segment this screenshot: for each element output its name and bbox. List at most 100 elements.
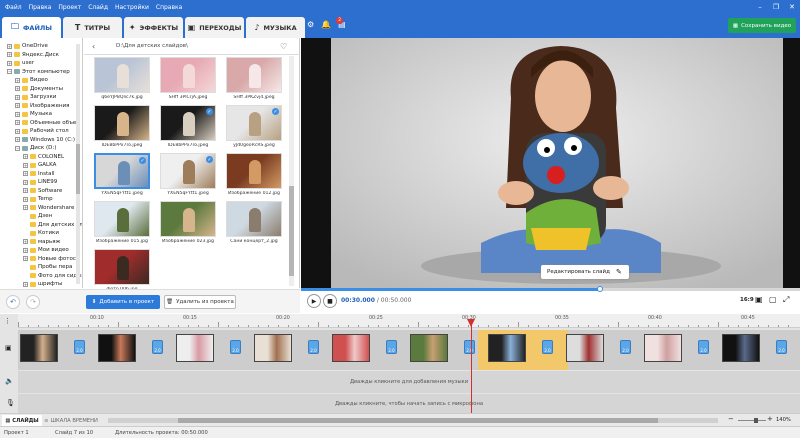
timeline-menu-icon[interactable]: ⋮: [4, 317, 11, 325]
file-thumbnail[interactable]: Сани концерт_2.jpg: [224, 201, 284, 247]
tree-item[interactable]: Котики: [23, 229, 59, 237]
expand-toggle-icon[interactable]: +: [23, 196, 28, 202]
close-button[interactable]: ✕: [784, 0, 800, 14]
menu-item[interactable]: Настройки: [115, 4, 149, 11]
transition-marker[interactable]: 2.0: [308, 340, 319, 354]
browser-scrollbar[interactable]: [289, 56, 294, 286]
expand-toggle-icon[interactable]: +: [23, 281, 28, 287]
tree-item[interactable]: − Диск (D:): [15, 144, 56, 152]
expand-toggle-icon[interactable]: +: [15, 128, 20, 134]
tree-item[interactable]: + Загрузки: [15, 93, 56, 101]
tree-item[interactable]: + Wondershare: [23, 204, 74, 212]
tab-slides[interactable]: ▦ СЛАЙДЫ: [2, 415, 42, 426]
slide-clip[interactable]: [644, 334, 682, 362]
slide-clip[interactable]: [254, 334, 292, 362]
expand-toggle-icon[interactable]: +: [23, 205, 28, 210]
slide-clip[interactable]: [722, 334, 760, 362]
slide-clip[interactable]: [98, 334, 136, 362]
tab-files[interactable]: 🗀 ФАЙЛЫ: [2, 17, 61, 38]
playhead[interactable]: [471, 320, 472, 414]
tree-item[interactable]: + Музыка: [15, 110, 52, 118]
expand-toggle-icon[interactable]: +: [15, 77, 20, 83]
tree-item[interactable]: + Windows 10 (C:): [15, 136, 75, 144]
expand-toggle-icon[interactable]: −: [15, 145, 20, 151]
tree-scrollbar[interactable]: [76, 44, 80, 284]
tree-item[interactable]: + Рабочий стол: [15, 127, 69, 135]
slide-clip[interactable]: [20, 334, 58, 362]
expand-toggle-icon[interactable]: +: [7, 52, 12, 57]
expand-toggle-icon[interactable]: +: [23, 179, 28, 185]
slide-clip[interactable]: [488, 334, 526, 362]
expand-toggle-icon[interactable]: +: [23, 256, 28, 261]
edit-slide-button[interactable]: Редактировать слайд ✎: [541, 265, 629, 279]
expand-toggle-icon[interactable]: +: [23, 171, 28, 176]
aspect-ratio-selector[interactable]: 16:9: [740, 297, 754, 303]
expand-toggle-icon[interactable]: +: [15, 137, 20, 142]
transition-marker[interactable]: 2.0: [464, 340, 475, 354]
fullscreen-icon[interactable]: ⤢: [783, 295, 789, 305]
stop-button[interactable]: ■: [323, 294, 337, 308]
menu-item[interactable]: Слайд: [88, 4, 108, 11]
tab-effects[interactable]: ✦ ЭФФЕКТЫ: [124, 17, 183, 38]
slide-clip[interactable]: [176, 334, 214, 362]
menu-item[interactable]: Файл: [5, 4, 22, 11]
redo-button[interactable]: ↷: [26, 295, 40, 309]
add-to-project-button[interactable]: ⬇ Добавить в проект: [86, 295, 160, 309]
tree-item[interactable]: Дзен: [23, 212, 52, 220]
tree-item[interactable]: + Новые фотосе: [23, 255, 79, 263]
file-thumbnail[interactable]: q6eYJP8Qlic7k.jpg: [92, 57, 152, 103]
tree-item[interactable]: Для детских сл: [23, 221, 82, 229]
timeline-ruler[interactable]: 00:10 00:15 00:20 00:25 00:30 00:35 00:40 00:45: [18, 314, 800, 328]
minimize-button[interactable]: –: [752, 0, 768, 14]
file-thumbnail[interactable]: ✓ IDE8bPPx7ro.jpeg: [158, 105, 218, 151]
expand-toggle-icon[interactable]: +: [23, 162, 28, 168]
tree-item[interactable]: + LINE99: [23, 178, 57, 186]
window-mode-icon[interactable]: ▢: [769, 295, 777, 304]
transition-marker[interactable]: 2.0: [776, 340, 787, 354]
music-track[interactable]: Дважды кликните для добавления музыки: [18, 371, 800, 393]
tab-transitions[interactable]: ▣ ПЕРЕХОДЫ: [185, 17, 244, 38]
file-thumbnail[interactable]: SHff 3PKZvj4.jpeg: [224, 57, 284, 103]
delete-from-project-button[interactable]: 🗑 Удалить из проекта: [164, 295, 236, 309]
tree-item[interactable]: Фото для сиды: [23, 272, 82, 280]
tree-item[interactable]: + Видео: [15, 76, 48, 84]
file-thumbnail[interactable]: Изображение 015.jpg: [92, 201, 152, 247]
tree-item[interactable]: + Яндекс.Диск: [7, 51, 59, 59]
bell-icon[interactable]: 🔔 2: [321, 17, 344, 29]
file-thumbnail[interactable]: SHff 3PlCrjA.jpeg: [158, 57, 218, 103]
zoom-out-icon[interactable]: −: [728, 415, 734, 423]
transition-marker[interactable]: 2.0: [230, 340, 241, 354]
transition-marker[interactable]: 2.0: [620, 340, 631, 354]
tree-item[interactable]: + Изображения: [15, 102, 69, 110]
maximize-button[interactable]: ❐: [768, 0, 784, 14]
slides-track[interactable]: 2.0 2.0 2.0 2.0 2.0 2.0 2.0 2.0 2.0 2.0: [18, 330, 800, 370]
tree-item[interactable]: + Документы: [15, 85, 63, 93]
voice-track[interactable]: Дважды кликните, чтобы начать запись с м…: [18, 394, 800, 413]
tree-item[interactable]: + GALKA: [23, 161, 56, 169]
tree-item[interactable]: + Мои видео: [23, 246, 69, 254]
tree-item[interactable]: Пробы пера: [23, 263, 72, 271]
tree-item[interactable]: + OneDrive: [7, 42, 48, 50]
slide-clip[interactable]: [566, 334, 604, 362]
tree-item[interactable]: + Объемные объе: [15, 119, 76, 127]
file-thumbnail[interactable]: ✓ yJd0geoRcRS.jpeg: [224, 105, 284, 151]
transition-marker[interactable]: 2.0: [542, 340, 553, 354]
tree-item[interactable]: + COLONEL: [23, 153, 64, 161]
tree-item[interactable]: + Temp: [23, 195, 53, 203]
expand-toggle-icon[interactable]: +: [15, 103, 20, 108]
tab-timeline[interactable]: ≡ ШКАЛА ВРЕМЕНИ: [44, 415, 98, 426]
expand-toggle-icon[interactable]: −: [7, 69, 12, 74]
transition-marker[interactable]: 2.0: [74, 340, 85, 354]
zoom-slider[interactable]: [738, 418, 766, 423]
file-thumbnail[interactable]: IDE8bPPx7ro.jpeg: [92, 105, 152, 151]
expand-toggle-icon[interactable]: +: [23, 154, 28, 159]
snapshot-icon[interactable]: ▣: [755, 295, 763, 304]
save-video-button[interactable]: ▦ Сохранить видео: [728, 18, 796, 33]
transition-marker[interactable]: 2.0: [386, 340, 397, 354]
tree-item[interactable]: + марьяж: [23, 238, 61, 246]
expand-toggle-icon[interactable]: +: [23, 188, 28, 193]
tab-titles[interactable]: T ТИТРЫ: [63, 17, 122, 38]
expand-toggle-icon[interactable]: +: [15, 120, 20, 125]
expand-toggle-icon[interactable]: +: [7, 60, 12, 66]
expand-toggle-icon[interactable]: +: [15, 86, 20, 91]
